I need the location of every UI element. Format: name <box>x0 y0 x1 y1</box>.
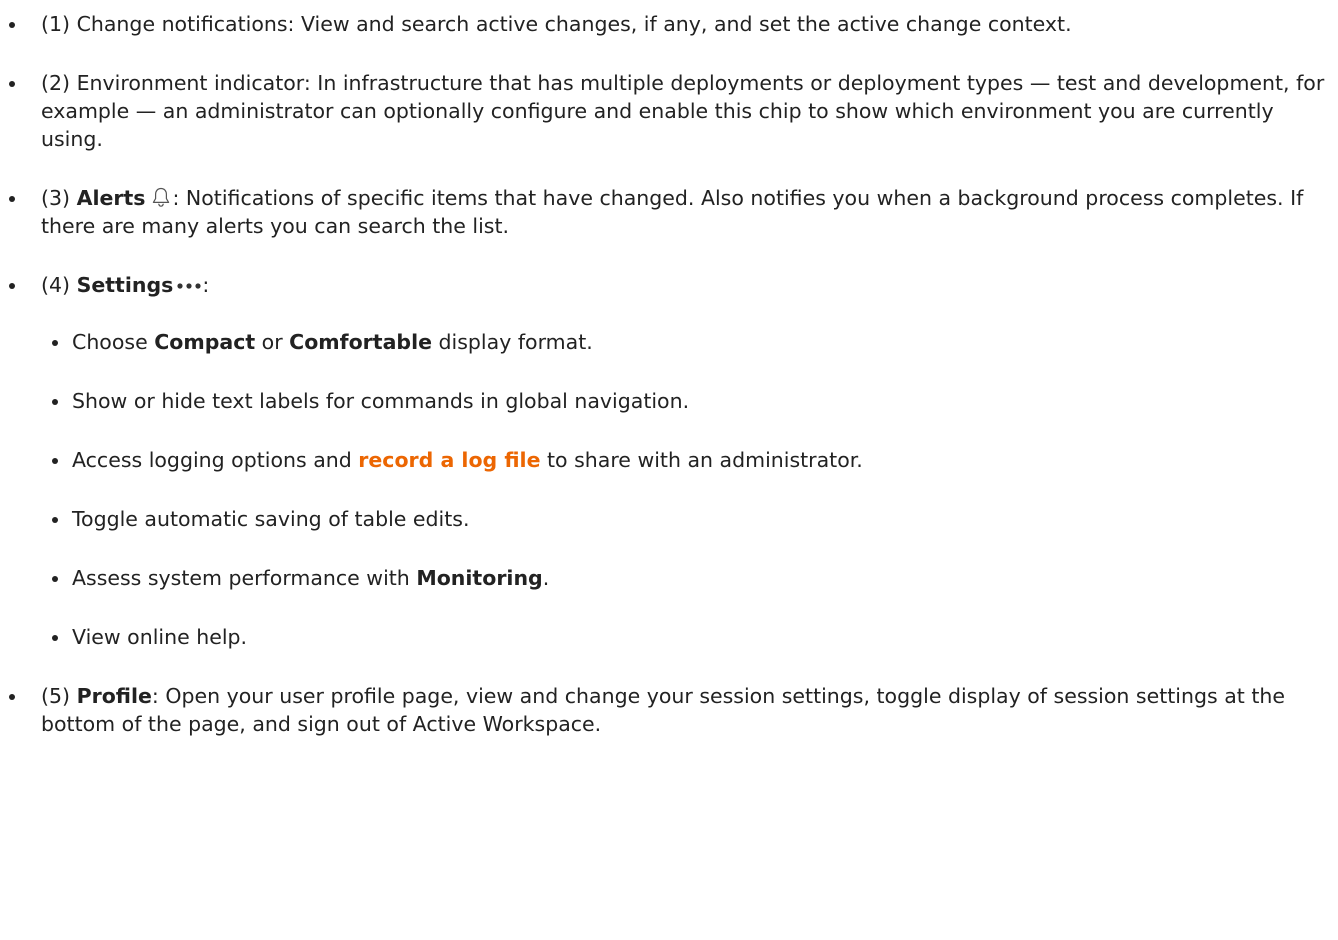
item-number: (2) <box>41 71 71 95</box>
sub-text: View online help. <box>72 625 248 649</box>
item-description: Environment indicator: In infrastructure… <box>41 71 1325 151</box>
item-description: : <box>202 273 210 297</box>
sub-text: Assess system performance with <box>72 566 417 590</box>
sub-text: to share with an administrator. <box>540 448 863 472</box>
item-description: : Open your user profile page, view and … <box>41 684 1285 736</box>
sublist-item-online-help: View online help. <box>41 623 1336 651</box>
bell-icon <box>152 187 169 207</box>
list-item-profile: (5) Profile: Open your user profile page… <box>0 682 1336 738</box>
sublist-item-logging: Access logging options and record a log … <box>41 446 1336 474</box>
sub-term-comfortable: Comfortable <box>289 330 433 354</box>
sub-text: display format. <box>432 330 593 354</box>
item-number: (1) <box>41 12 71 36</box>
item-term: Settings <box>76 273 174 297</box>
documentation-content: (1) Change notifications: View and searc… <box>0 0 1338 940</box>
list-item-settings: (4) Settings : Choose Compact or Comfort… <box>0 271 1336 651</box>
item-number: (4) <box>41 273 71 297</box>
sub-text: or <box>255 330 290 354</box>
list-item-alerts: (3) Alerts : Notifications of specific i… <box>0 184 1336 240</box>
sub-text: . <box>542 566 550 590</box>
sub-text: Toggle automatic saving of table edits. <box>72 507 470 531</box>
list-item-environment-indicator: (2) Environment indicator: In infrastruc… <box>0 69 1336 153</box>
sublist-item-autosave: Toggle automatic saving of table edits. <box>41 505 1336 533</box>
item-description: Change notifications: View and search ac… <box>70 12 1072 36</box>
item-description: : Notifications of specific items that h… <box>41 186 1304 238</box>
sub-text: Show or hide text labels for commands in… <box>72 389 690 413</box>
sub-term-monitoring: Monitoring <box>416 566 543 590</box>
sub-term-compact: Compact <box>154 330 256 354</box>
item-term: Profile <box>76 684 152 708</box>
item-term: Alerts <box>76 186 146 210</box>
sub-text: Access logging options and <box>72 448 359 472</box>
list-item-change-notifications: (1) Change notifications: View and searc… <box>0 10 1336 38</box>
more-dots-icon <box>177 283 201 289</box>
item-number: (3) <box>41 186 71 210</box>
sub-text: Choose <box>72 330 155 354</box>
item-number: (5) <box>41 684 71 708</box>
sublist-item-display-format: Choose Compact or Comfortable display fo… <box>41 328 1336 356</box>
sublist-item-monitoring: Assess system performance with Monitorin… <box>41 564 1336 592</box>
header-controls-list: (1) Change notifications: View and searc… <box>0 10 1336 769</box>
record-log-file-link[interactable]: record a log file <box>358 448 540 472</box>
settings-sublist: Choose Compact or Comfortable display fo… <box>41 328 1336 651</box>
sublist-item-text-labels: Show or hide text labels for commands in… <box>41 387 1336 415</box>
